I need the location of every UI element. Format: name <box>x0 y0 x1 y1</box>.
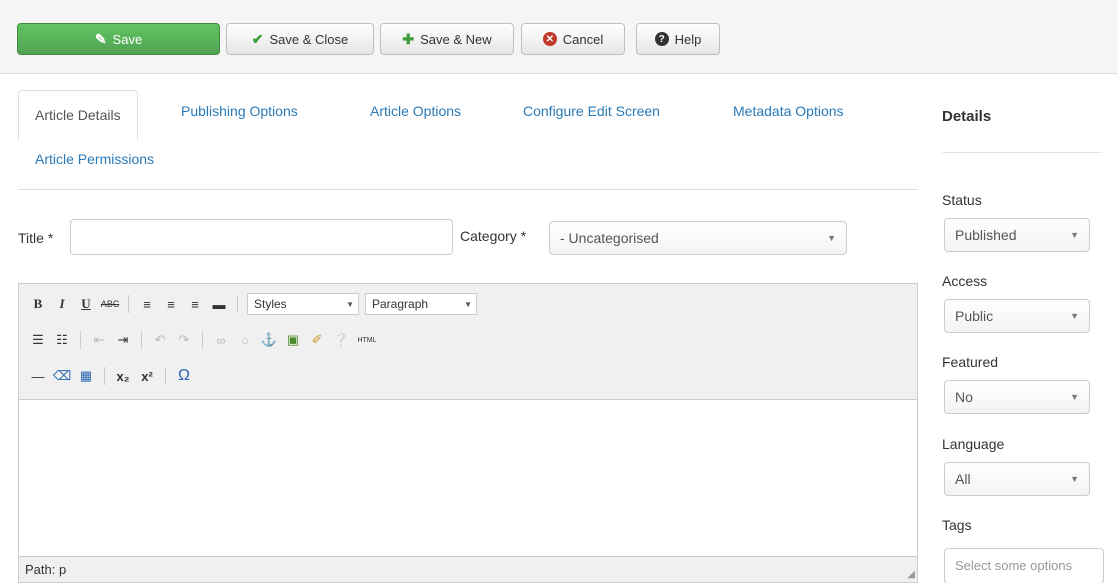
strikethrough-icon[interactable]: ABC <box>101 295 120 313</box>
tab-publishing-options[interactable]: Publishing Options <box>181 103 298 119</box>
save-close-label: Save & Close <box>269 31 349 47</box>
save-new-label: Save & New <box>420 31 492 47</box>
align-justify-icon[interactable]: ▬ <box>210 295 228 313</box>
toolbar-separator <box>80 331 81 349</box>
unlink-icon[interactable]: ○ <box>236 331 254 349</box>
access-value: Public <box>955 308 994 324</box>
tab-bar: Article Details Publishing Options Artic… <box>18 90 918 190</box>
category-value: - Uncategorised <box>560 230 659 246</box>
help-icon[interactable]: ❔ <box>332 331 350 349</box>
status-label: Status <box>942 192 982 208</box>
editor-toolbar-row-1: B I U ABC ≡ ≡ ≡ ▬ Styles ▼ Paragraph ▼ <box>29 292 477 316</box>
chevron-down-icon: ▼ <box>1070 474 1079 484</box>
language-label: Language <box>942 436 1005 452</box>
path-label: Path: p <box>25 562 67 577</box>
editor-toolbar-row-3: — ⌫ ▦ x₂ x² Ω <box>29 364 193 388</box>
link-icon[interactable]: ∞ <box>212 331 230 349</box>
format-label: Paragraph <box>372 297 429 311</box>
styles-label: Styles <box>254 297 287 311</box>
resize-handle-icon[interactable]: ◢ <box>907 569 915 580</box>
save-button-label: Save <box>112 31 143 47</box>
underline-icon[interactable]: U <box>77 295 95 313</box>
horizontal-rule-icon[interactable]: — <box>29 367 47 385</box>
chevron-down-icon: ▼ <box>1070 392 1079 402</box>
chevron-down-icon: ▼ <box>827 233 836 243</box>
special-character-icon[interactable]: Ω <box>175 367 193 385</box>
edit-icon: ✎ <box>94 31 107 47</box>
tab-article-details[interactable]: Article Details <box>18 90 138 140</box>
image-icon[interactable]: ▣ <box>284 331 302 349</box>
align-right-icon[interactable]: ≡ <box>186 295 204 313</box>
cancel-label: Cancel <box>562 31 604 47</box>
editor-content-area[interactable] <box>19 400 917 557</box>
toolbar-separator <box>165 367 166 385</box>
numbered-list-icon[interactable]: ☷ <box>53 331 71 349</box>
title-label: Title * <box>18 230 54 246</box>
category-select[interactable]: - Uncategorised ▼ <box>549 221 847 255</box>
chevron-down-icon: ▼ <box>1070 311 1079 321</box>
tab-article-permissions[interactable]: Article Permissions <box>35 151 154 167</box>
bold-icon[interactable]: B <box>29 295 47 313</box>
details-sidebar: Details Status Published ▼ Access Public… <box>942 0 1117 583</box>
cancel-icon: ✕ <box>542 32 557 46</box>
category-label: Category * <box>460 228 527 244</box>
italic-icon[interactable]: I <box>53 295 71 313</box>
format-dropdown[interactable]: Paragraph ▼ <box>365 293 477 315</box>
checkmark-icon: ✔ <box>251 31 264 47</box>
save-new-button[interactable]: ✚ Save & New <box>380 23 514 55</box>
toolbar-separator <box>104 367 105 385</box>
save-button[interactable]: ✎ Save <box>17 23 220 55</box>
featured-value: No <box>955 389 973 405</box>
tags-label: Tags <box>942 517 972 533</box>
language-value: All <box>955 471 971 487</box>
cleanup-icon[interactable]: ✐ <box>308 331 326 349</box>
tab-article-options[interactable]: Article Options <box>370 103 461 119</box>
chevron-down-icon: ▼ <box>346 299 354 309</box>
cancel-button[interactable]: ✕ Cancel <box>521 23 625 55</box>
divider <box>942 152 1102 153</box>
save-close-button[interactable]: ✔ Save & Close <box>226 23 374 55</box>
language-select[interactable]: All ▼ <box>944 462 1090 496</box>
toolbar-separator <box>128 295 129 313</box>
plus-icon: ✚ <box>402 31 415 47</box>
styles-dropdown[interactable]: Styles ▼ <box>247 293 359 315</box>
align-center-icon[interactable]: ≡ <box>162 295 180 313</box>
eraser-icon[interactable]: ⌫ <box>53 367 71 385</box>
undo-icon[interactable]: ↶ <box>151 331 169 349</box>
question-icon: ? <box>654 32 669 46</box>
title-input[interactable] <box>70 219 453 255</box>
editor-toolbar: B I U ABC ≡ ≡ ≡ ▬ Styles ▼ Paragraph ▼ ☰… <box>19 284 917 400</box>
table-icon[interactable]: ▦ <box>77 367 95 385</box>
tags-input[interactable]: Select some options <box>944 548 1104 583</box>
tab-metadata-options[interactable]: Metadata Options <box>733 103 844 119</box>
subscript-icon[interactable]: x₂ <box>114 367 132 385</box>
superscript-icon[interactable]: x² <box>138 367 156 385</box>
tab-configure-edit-screen[interactable]: Configure Edit Screen <box>523 103 660 119</box>
rich-text-editor: B I U ABC ≡ ≡ ≡ ▬ Styles ▼ Paragraph ▼ ☰… <box>18 283 918 583</box>
toolbar-separator <box>202 331 203 349</box>
editor-path-bar: Path: p <box>19 556 917 582</box>
indent-icon[interactable]: ⇥ <box>114 331 132 349</box>
bullet-list-icon[interactable]: ☰ <box>29 331 47 349</box>
access-label: Access <box>942 273 988 289</box>
editor-toolbar-row-2: ☰ ☷ ⇤ ⇥ ↶ ↷ ∞ ○ ⚓ ▣ ✐ ❔ HTML <box>29 328 378 352</box>
anchor-icon[interactable]: ⚓ <box>260 331 278 349</box>
toolbar-separator <box>141 331 142 349</box>
featured-select[interactable]: No ▼ <box>944 380 1090 414</box>
outdent-icon[interactable]: ⇤ <box>90 331 108 349</box>
toolbar-separator <box>237 295 238 313</box>
access-select[interactable]: Public ▼ <box>944 299 1090 333</box>
status-value: Published <box>955 227 1017 243</box>
chevron-down-icon: ▼ <box>464 299 472 309</box>
align-left-icon[interactable]: ≡ <box>138 295 156 313</box>
chevron-down-icon: ▼ <box>1070 230 1079 240</box>
redo-icon[interactable]: ↷ <box>175 331 193 349</box>
status-select[interactable]: Published ▼ <box>944 218 1090 252</box>
details-heading: Details <box>942 108 992 125</box>
html-source-button[interactable]: HTML <box>356 331 378 349</box>
featured-label: Featured <box>942 354 999 370</box>
help-button[interactable]: ? Help <box>636 23 720 55</box>
help-label: Help <box>674 31 702 47</box>
